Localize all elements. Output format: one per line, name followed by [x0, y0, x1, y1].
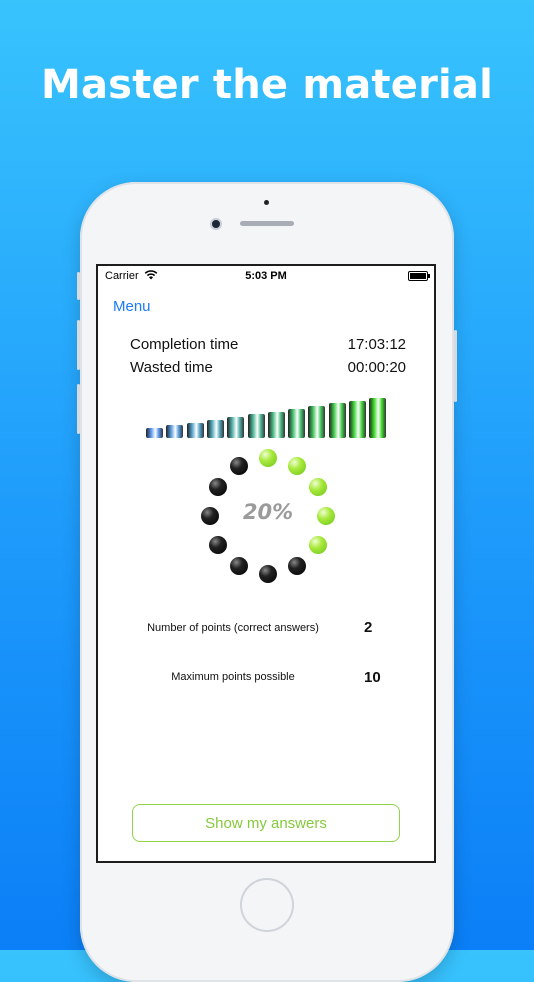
- earpiece-speaker: [240, 221, 294, 226]
- progress-ball-lit: [259, 449, 277, 467]
- phone-volume-up: [77, 320, 80, 370]
- max-points-label: Maximum points possible: [171, 671, 295, 683]
- completion-time-value: 17:03:12: [347, 336, 406, 353]
- battery-icon: [408, 271, 430, 281]
- phone-power-button: [454, 330, 457, 402]
- points-label: Number of points (correct answers): [147, 622, 319, 634]
- phone-side-button: [77, 272, 80, 300]
- progress-ring: 20%: [198, 446, 338, 586]
- progress-ball-lit: [317, 507, 335, 525]
- completion-time-label: Completion time: [130, 336, 239, 353]
- progress-bar-segment: [227, 417, 245, 438]
- home-button[interactable]: [242, 880, 292, 930]
- progress-bar-segment: [369, 398, 387, 438]
- phone-volume-down: [77, 384, 80, 434]
- progress-ball-lit: [288, 456, 306, 475]
- progress-bar-segment: [267, 411, 285, 438]
- progress-ball: [230, 456, 248, 475]
- progress-ball: [288, 557, 306, 576]
- front-camera: [212, 220, 220, 228]
- progress-bar-segment: [288, 408, 306, 438]
- progress-bar-segment: [166, 425, 184, 438]
- app-screen: Carrier 5:03 PM Menu Completion time 17:…: [96, 264, 436, 863]
- progress-ball: [259, 565, 277, 583]
- completion-time-row: Completion time 17:03:12: [130, 336, 406, 353]
- menu-button[interactable]: Menu: [113, 298, 151, 315]
- progress-bar-segment: [349, 400, 366, 438]
- progress-bar-segment: [146, 428, 163, 438]
- progress-bar-segment: [206, 419, 224, 438]
- wasted-time-value: 00:00:20: [347, 359, 406, 376]
- progress-ball-lit: [309, 478, 328, 496]
- headline: Master the material: [40, 62, 494, 108]
- progress-bar-segment: [308, 406, 326, 438]
- status-time: 5:03 PM: [245, 270, 287, 282]
- progress-bar-segment: [328, 403, 346, 438]
- progress-bar-segment: [247, 414, 265, 438]
- show-answers-button[interactable]: Show my answers: [132, 804, 400, 842]
- progress-ball: [208, 478, 227, 496]
- progress-bars-graphic: [146, 386, 391, 438]
- progress-ball-lit: [309, 536, 328, 554]
- progress-bar-segment: [186, 422, 204, 438]
- wasted-time-row: Wasted time 00:00:20: [130, 359, 406, 376]
- max-points-value: 10: [364, 669, 381, 686]
- progress-ball: [230, 557, 248, 576]
- wasted-time-label: Wasted time: [130, 359, 213, 376]
- progress-ball: [208, 536, 227, 554]
- progress-ball: [201, 507, 219, 525]
- points-value: 2: [364, 619, 373, 636]
- status-bar: Carrier 5:03 PM: [98, 268, 434, 284]
- proximity-sensor: [264, 200, 269, 205]
